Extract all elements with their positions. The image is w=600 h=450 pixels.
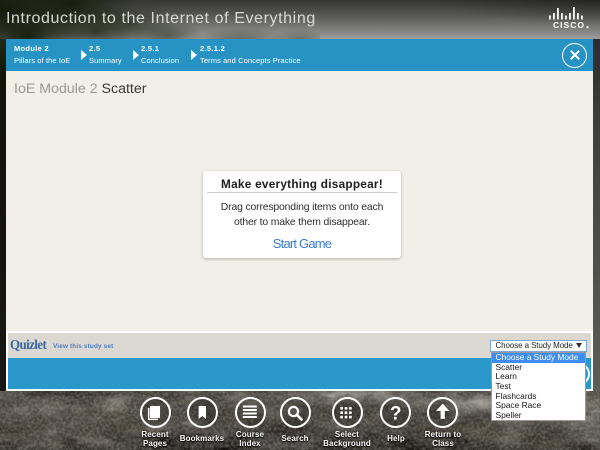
svg-text:CISCO: CISCO xyxy=(553,20,585,30)
svg-text:?: ? xyxy=(390,404,402,425)
